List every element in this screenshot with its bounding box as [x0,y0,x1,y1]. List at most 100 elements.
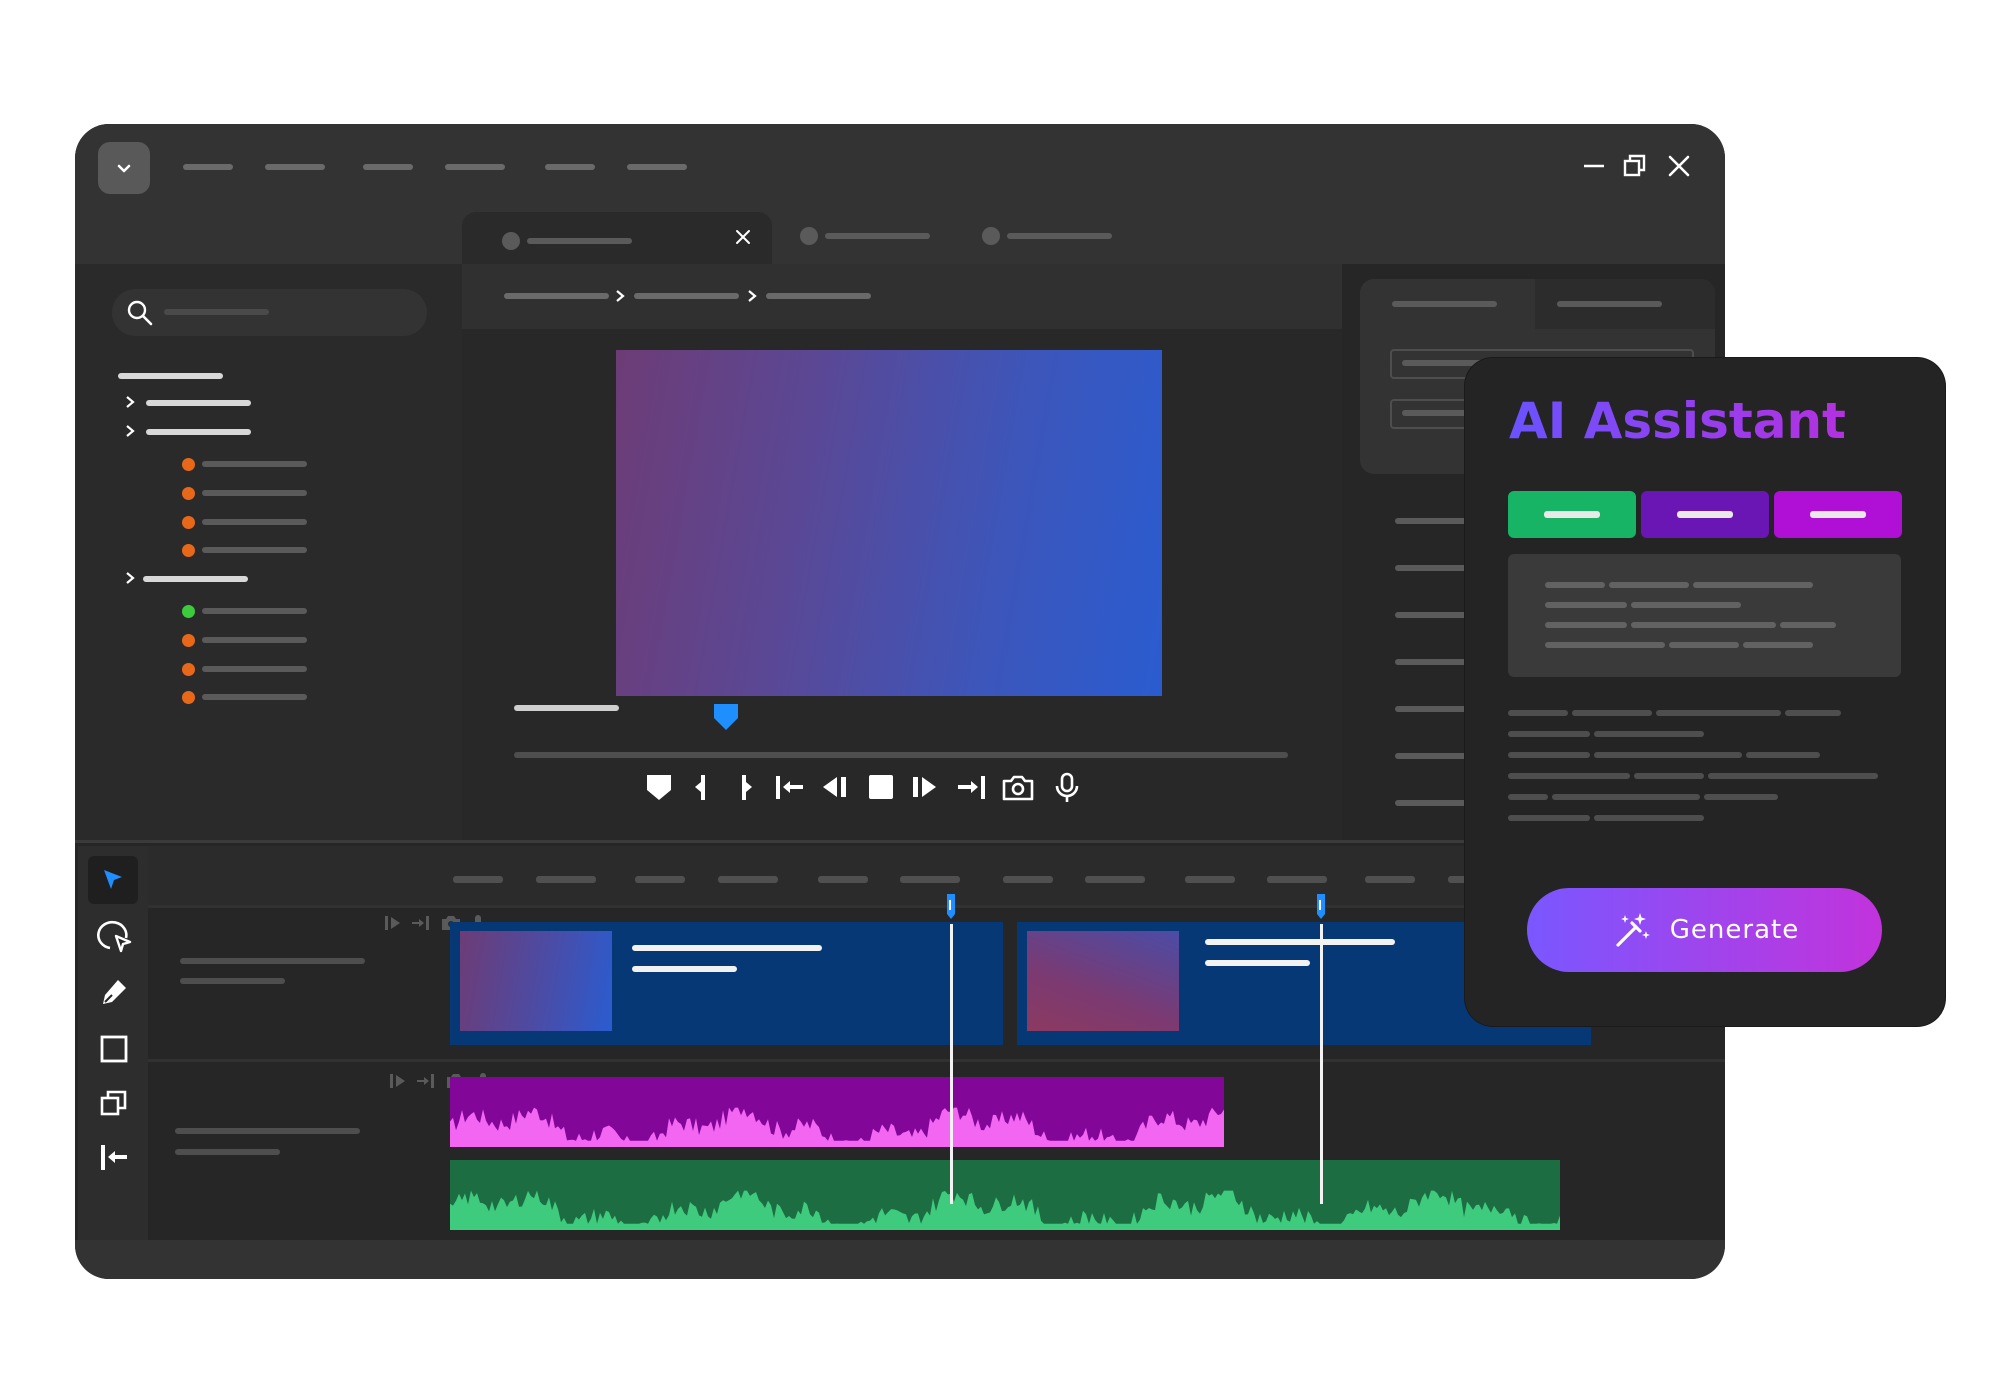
track-info [180,978,285,984]
rectangle-tool-button[interactable] [88,1024,138,1072]
file-item[interactable] [202,608,307,614]
properties-tab-2[interactable] [1535,279,1715,329]
minimize-icon[interactable] [1580,152,1608,180]
breadcrumb-item[interactable] [504,293,609,299]
track-divider [148,1059,1725,1062]
ai-assistant-panel: AI Assistant Generate [1465,358,1945,1026]
step-forward-icon[interactable] [908,772,942,802]
option-chip-violet[interactable] [1641,491,1769,538]
ai-assistant-title: AI Assistant [1509,392,1846,450]
chevron-right-icon[interactable] [123,394,137,410]
stop-icon[interactable] [866,772,896,802]
viewer-panel [462,264,1342,842]
restore-icon[interactable] [1621,152,1649,180]
play-in-icon[interactable] [388,1072,408,1090]
close-icon[interactable] [1665,152,1693,180]
go-to-end-small-icon[interactable] [410,914,432,932]
search-input[interactable] [112,289,427,336]
title-bar [75,124,1725,274]
file-item[interactable] [202,637,307,643]
tab-close-icon[interactable] [734,228,752,246]
file-item[interactable] [202,461,307,467]
video-clip[interactable] [450,922,1003,1045]
search-icon [127,300,153,326]
go-to-end-small-icon[interactable] [415,1072,437,1090]
properties-tab[interactable] [1392,301,1497,307]
folder-item[interactable] [146,429,251,435]
go-to-start-icon[interactable] [773,772,807,802]
track-name [175,1128,360,1134]
play-in-icon[interactable] [383,914,403,932]
pen-icon [103,980,126,1004]
menu-item[interactable] [183,164,233,170]
menu-item[interactable] [445,164,505,170]
go-to-end-icon[interactable] [954,772,988,802]
marker-icon[interactable] [644,772,674,802]
breadcrumb [462,264,1342,329]
property-label [1395,753,1475,759]
window-menu-button[interactable] [98,142,150,194]
file-item[interactable] [202,519,307,525]
status-dot [182,516,195,529]
magic-wand-icon [1616,913,1650,947]
timeline-marker-icon[interactable] [943,892,959,920]
breadcrumb-item[interactable] [766,293,871,299]
track-info [175,1149,280,1155]
marker-line [950,924,953,1204]
tab-3[interactable] [982,212,1122,264]
layers-icon [100,1090,127,1116]
audio-clip-green[interactable] [450,1160,1560,1230]
layers-tool-button[interactable] [88,1078,138,1126]
audio-clip-purple[interactable] [450,1077,1224,1147]
menu-item[interactable] [545,164,595,170]
align-left-icon [101,1145,127,1170]
select-arrow-icon [104,870,122,889]
generate-label: Generate [1669,915,1800,945]
file-item[interactable] [202,666,307,672]
mark-in-icon[interactable] [690,772,714,802]
property-label [1395,706,1475,712]
chevron-right-icon[interactable] [123,570,137,586]
menu-item[interactable] [627,164,687,170]
pen-tool-button[interactable] [88,968,138,1016]
status-dot [182,458,195,471]
menu-item[interactable] [265,164,325,170]
option-chip-magenta[interactable] [1774,491,1902,538]
video-track-header [148,914,485,1064]
project-title [118,373,223,379]
tab-2[interactable] [800,212,940,264]
project-panel [75,264,462,842]
status-bar [75,1240,1725,1279]
chevron-down-icon [117,164,131,173]
timecode-label [514,705,619,711]
timeline-marker-icon[interactable] [1313,892,1329,920]
folder-item[interactable] [143,576,248,582]
menu-item[interactable] [363,164,413,170]
file-item[interactable] [202,490,307,496]
chevron-right-icon[interactable] [123,423,137,439]
option-chip-green[interactable] [1508,491,1636,538]
playhead-marker-icon[interactable] [712,702,740,732]
tool-palette [78,846,148,1240]
status-dot [182,663,195,676]
status-dot [182,605,195,618]
seek-bar[interactable] [514,752,1288,758]
mark-out-icon[interactable] [733,772,757,802]
lasso-icon [97,920,132,953]
camera-icon[interactable] [1001,772,1035,802]
lasso-tool-button[interactable] [88,912,138,960]
align-tool-button[interactable] [88,1132,138,1180]
video-preview[interactable] [616,350,1162,696]
folder-item[interactable] [146,400,251,406]
microphone-icon[interactable] [1052,772,1082,804]
breadcrumb-item[interactable] [634,293,739,299]
prompt-input[interactable] [1508,554,1901,677]
generate-button[interactable]: Generate [1527,888,1882,972]
step-back-icon[interactable] [819,772,853,802]
file-item[interactable] [202,547,307,553]
property-label [1395,800,1475,806]
file-item[interactable] [202,694,307,700]
select-tool-button[interactable] [88,856,138,904]
rectangle-icon [100,1035,128,1063]
status-dot [182,634,195,647]
